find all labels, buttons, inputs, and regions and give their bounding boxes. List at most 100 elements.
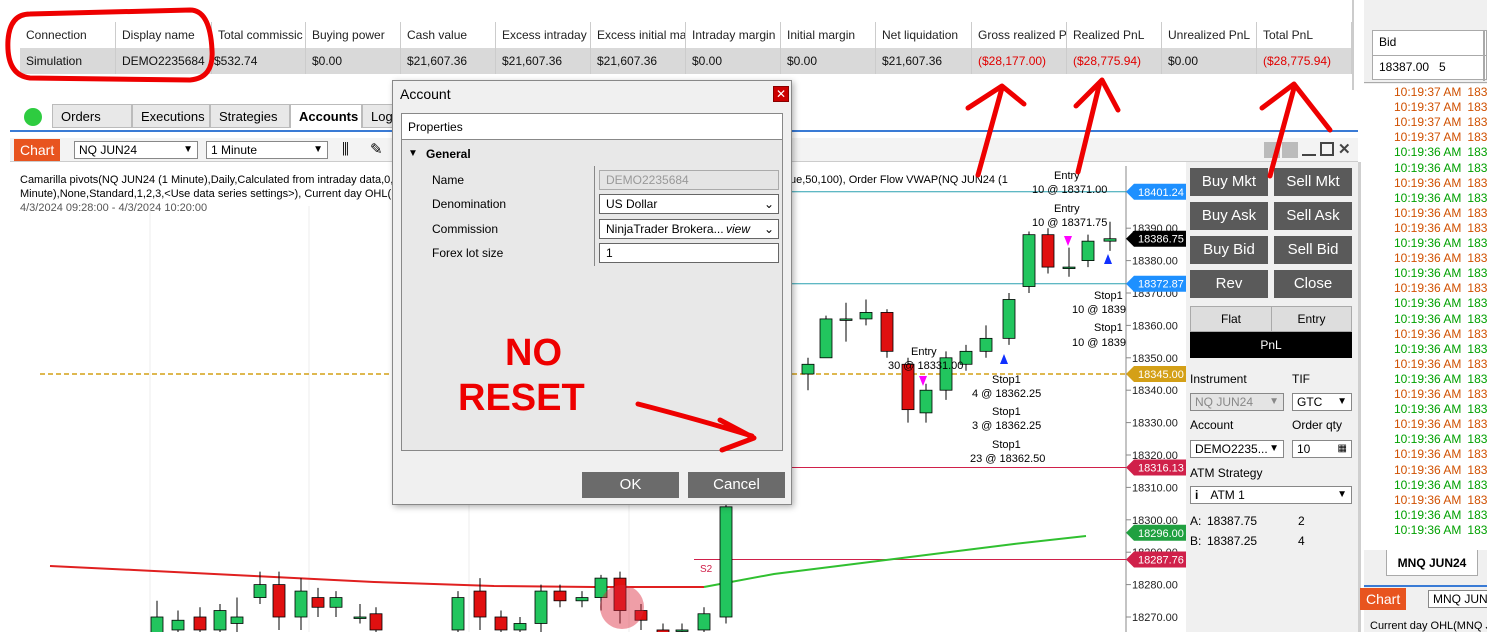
forex-lot-size-input[interactable]: 1 <box>599 243 779 263</box>
tab-orders[interactable]: Orders <box>52 104 132 128</box>
cell-total-commission[interactable]: $532.74 <box>212 48 306 74</box>
trade-price: 1838 <box>1467 130 1487 145</box>
tab-executions[interactable]: Executions <box>132 104 210 128</box>
chevron-down-icon: ▼ <box>1269 443 1279 454</box>
col-header[interactable]: Gross realized P <box>972 22 1067 48</box>
commission-view-link[interactable]: view <box>726 220 750 238</box>
col-header[interactable]: Connection <box>20 22 116 48</box>
time-sales-row: 10:19:37 AM 1838 <box>1394 130 1487 145</box>
cell-excess-intraday[interactable]: $21,607.36 <box>496 48 591 74</box>
cell-net-liquidation[interactable]: $21,607.36 <box>876 48 972 74</box>
col-header[interactable]: Buying power <box>306 22 401 48</box>
buy-market-button[interactable]: Buy Mkt <box>1190 168 1268 196</box>
col-header[interactable]: Realized PnL <box>1067 22 1162 48</box>
commission-select[interactable]: NinjaTrader Brokera... view ⌄ <box>599 219 779 239</box>
col-header[interactable]: Net liquidation <box>876 22 972 48</box>
stop-label: 3 @ 18362.25 <box>972 420 1042 432</box>
cell-display-name[interactable]: DEMO2235684 <box>116 48 212 74</box>
trader-account-select[interactable]: DEMO2235... ▼ <box>1190 440 1284 458</box>
close-icon[interactable]: ✕ <box>773 86 789 102</box>
col-header[interactable]: Unrealized PnL <box>1162 22 1257 48</box>
close-icon[interactable]: ✕ <box>1338 140 1351 158</box>
chart-menu-button-2[interactable]: Chart <box>1360 588 1407 610</box>
col-header[interactable]: Cash value <box>401 22 496 48</box>
candle-down <box>369 613 383 631</box>
trade-price: 1838 <box>1467 236 1487 250</box>
cell-realized-pnl[interactable]: ($28,775.94) <box>1067 48 1162 74</box>
cell-total-pnl[interactable]: ($28,775.94) <box>1257 48 1352 74</box>
cell-buying-power[interactable]: $0.00 <box>306 48 401 74</box>
sell-bid-button[interactable]: Sell Bid <box>1274 236 1352 264</box>
candle-up <box>150 616 164 632</box>
calculator-icon[interactable]: ▦ <box>1338 441 1347 457</box>
cell-excess-initial[interactable]: $21,607.36 <box>591 48 686 74</box>
pencil-icon[interactable]: ✎ <box>370 140 383 158</box>
tif-select[interactable]: GTC ▼ <box>1292 393 1352 411</box>
col-header[interactable]: Excess intraday <box>496 22 591 48</box>
bar-style-icon[interactable]: ⫼ <box>342 141 349 158</box>
name-field[interactable]: DEMO2235684 <box>599 170 779 190</box>
col-header[interactable]: Excess initial ma <box>591 22 686 48</box>
entry-label: 10 @ 18371.00 <box>1032 184 1108 196</box>
candle-up <box>801 363 815 375</box>
col-header[interactable]: Intraday margin <box>686 22 781 48</box>
time-sales-row: 10:19:36 AM 1838 <box>1394 312 1487 327</box>
cell-initial-margin[interactable]: $0.00 <box>781 48 876 74</box>
tab-strategies[interactable]: Strategies <box>210 104 290 128</box>
trade-time: 10:19:36 AM <box>1394 477 1462 492</box>
grid-divider <box>1352 0 1354 90</box>
time-sales-row: 10:19:36 AM 1838 <box>1394 493 1487 508</box>
order-qty-input[interactable]: 10 ▦ <box>1292 440 1352 458</box>
col-header[interactable]: Total commissic <box>212 22 306 48</box>
cell-connection[interactable]: Simulation <box>20 48 116 74</box>
cancel-button[interactable]: Cancel <box>688 472 785 498</box>
maximize-icon[interactable] <box>1320 142 1334 156</box>
interval-select[interactable]: 1 Minute ▼ <box>206 141 328 159</box>
trade-price: 1838 <box>1467 432 1487 447</box>
section-general[interactable]: General <box>426 147 471 161</box>
tab-mnq-jun24[interactable]: MNQ JUN24 <box>1386 550 1478 576</box>
minimize-icon[interactable] <box>1302 142 1316 156</box>
buy-ask-button[interactable]: Buy Ask <box>1190 202 1268 230</box>
cell-intraday-margin[interactable]: $0.00 <box>686 48 781 74</box>
reverse-button[interactable]: Rev <box>1190 270 1268 298</box>
tab-accounts[interactable]: Accounts <box>290 104 362 128</box>
chart-menu-button[interactable]: Chart <box>14 139 61 161</box>
instrument-select-2[interactable]: MNQ JUN2 <box>1428 590 1487 608</box>
trade-time: 10:19:36 AM <box>1394 492 1462 507</box>
atm-strategy-select[interactable]: i ATM 1 ▼ <box>1190 486 1352 504</box>
time-sales-list[interactable]: 10:19:37 AM183810:19:37 AM183810:19:37 A… <box>1364 84 1487 550</box>
instrument-select[interactable]: NQ JUN24 ▼ <box>74 141 198 159</box>
col-header[interactable]: Display name <box>116 22 212 48</box>
denomination-select[interactable]: US Dollar ⌄ <box>599 194 779 214</box>
col-header[interactable]: Total PnL <box>1257 22 1352 48</box>
chart-trader-panel: Buy Mkt Sell Mkt Buy Ask Sell Ask Buy Bi… <box>1186 162 1358 632</box>
buy-bid-button[interactable]: Buy Bid <box>1190 236 1268 264</box>
sell-ask-button[interactable]: Sell Ask <box>1274 202 1352 230</box>
sell-arrow-marker <box>1064 236 1072 246</box>
close-position-button[interactable]: Close <box>1274 270 1352 298</box>
trade-time: 10:19:36 AM <box>1394 432 1462 447</box>
property-commission-label: Commission <box>432 222 499 236</box>
trade-time: 10:19:36 AM <box>1394 356 1462 371</box>
candle-down <box>880 312 894 352</box>
trade-price: 1838 <box>1467 205 1487 220</box>
stop-label: 4 @ 18362.25 <box>972 388 1042 400</box>
sell-market-button[interactable]: Sell Mkt <box>1274 168 1352 196</box>
instrument-value-2: MNQ JUN2 <box>1433 592 1487 606</box>
trade-price: 1838 <box>1467 296 1487 311</box>
info-icon[interactable]: i <box>1195 488 1198 502</box>
col-header[interactable]: Initial margin <box>781 22 876 48</box>
collapse-triangle-icon[interactable]: ▼ <box>408 148 418 159</box>
cell-cash-value[interactable]: $21,607.36 <box>401 48 496 74</box>
ok-button[interactable]: OK <box>582 472 679 498</box>
trade-price: 1838 <box>1467 160 1487 175</box>
trade-time: 10:19:36 AM <box>1394 296 1462 311</box>
atm-strategy-value: ATM 1 <box>1210 488 1245 502</box>
window-button-icon[interactable] <box>1264 142 1280 158</box>
cell-gross-realized[interactable]: ($28,177.00) <box>972 48 1067 74</box>
cell-unrealized-pnl[interactable]: $0.00 <box>1162 48 1257 74</box>
trade-price: 1838 <box>1467 85 1487 99</box>
trader-instrument-select[interactable]: NQ JUN24 ▼ <box>1190 393 1284 411</box>
window-button-icon[interactable] <box>1282 142 1298 158</box>
